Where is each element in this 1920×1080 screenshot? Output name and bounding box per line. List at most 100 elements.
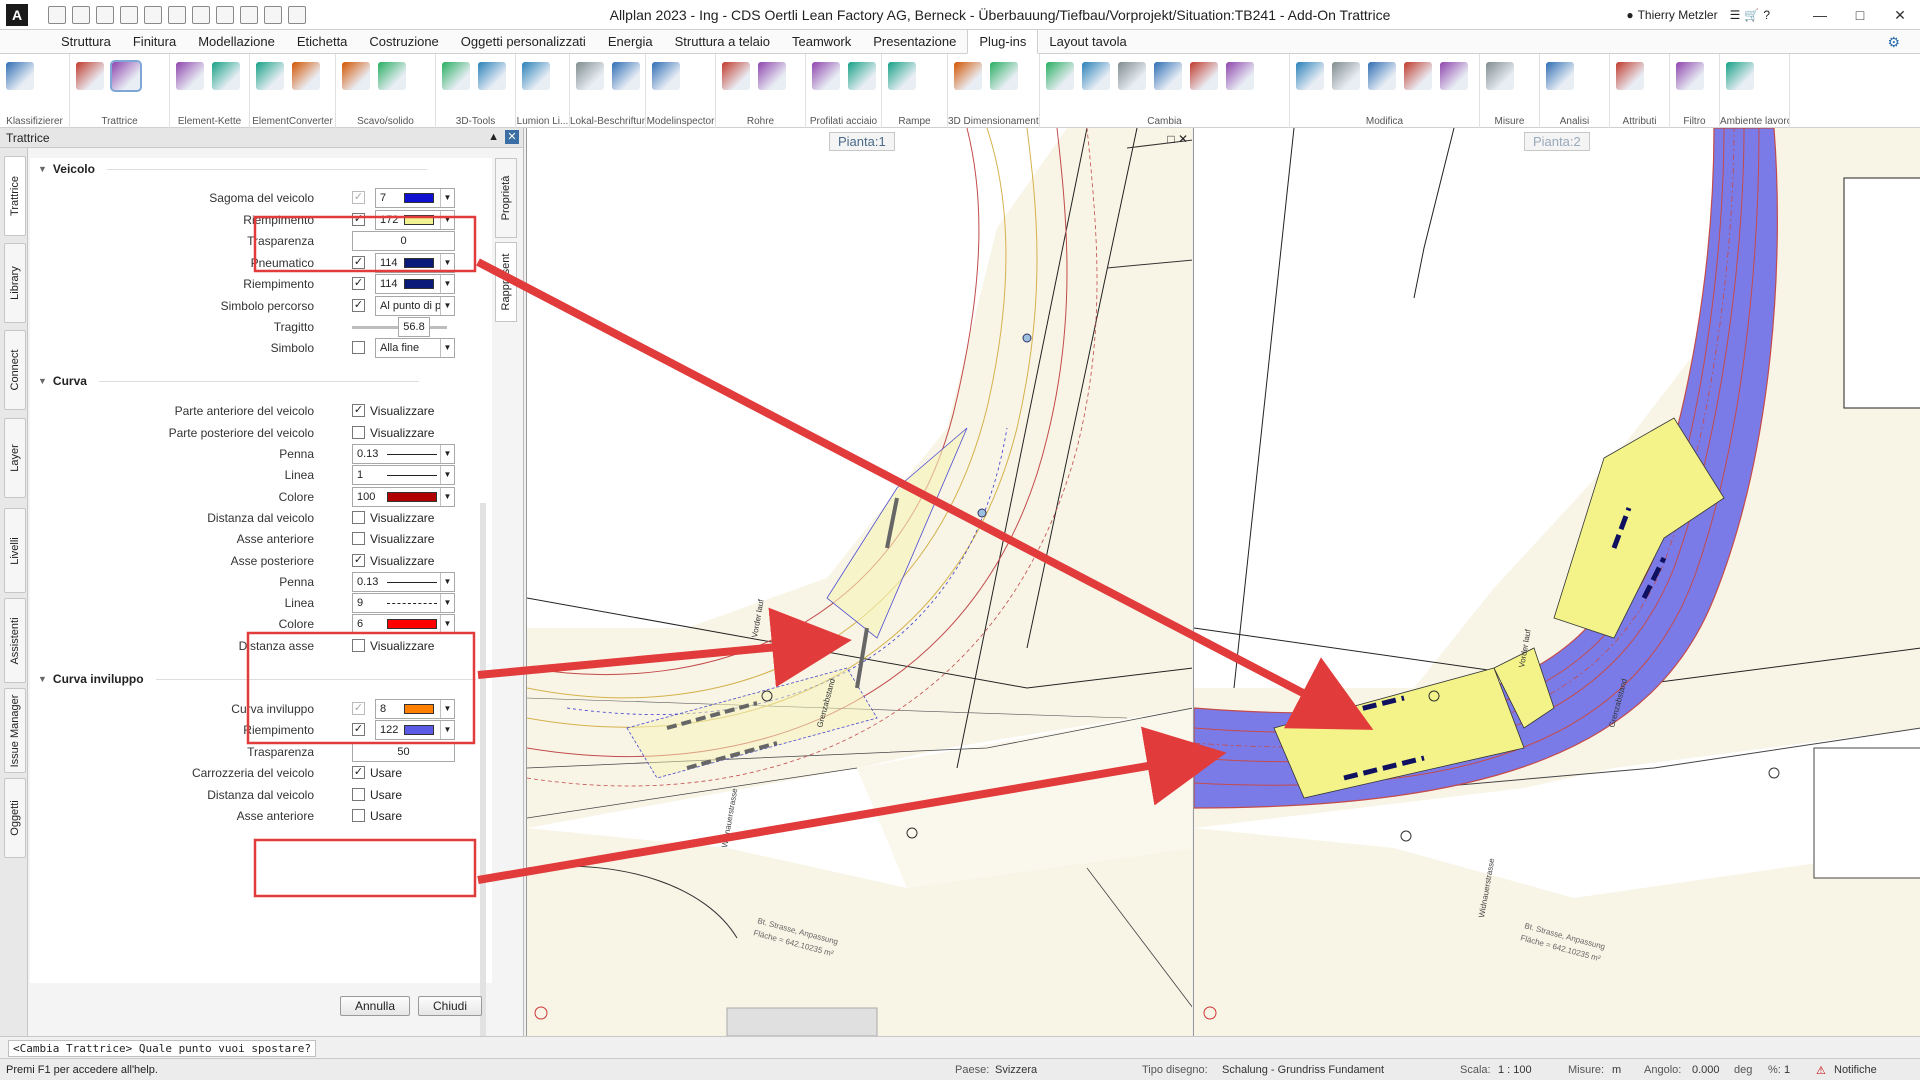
prop-checkbox[interactable]	[352, 639, 365, 652]
side-tab-issue-manager[interactable]: Issue Manager	[4, 688, 26, 773]
color-select[interactable]: 7 ▼	[375, 188, 455, 208]
color-select[interactable]: 100 ▼	[352, 487, 455, 507]
ribbon-tool-icon[interactable]	[378, 62, 406, 90]
ribbon-tool-icon[interactable]	[812, 62, 840, 90]
prop-checkbox[interactable]	[352, 426, 365, 439]
pin-icon[interactable]: ▲	[488, 131, 499, 143]
tab-plug-ins[interactable]: Plug-ins	[967, 29, 1039, 54]
ribbon-tool-icon[interactable]	[848, 62, 876, 90]
line-select[interactable]: 1 ▼	[352, 465, 455, 485]
layer-icon[interactable]	[216, 5, 234, 24]
ribbon-tool-icon[interactable]	[990, 62, 1018, 90]
dropdown-arrow-icon[interactable]: ▼	[440, 573, 454, 591]
prop-checkbox[interactable]: ✓	[352, 404, 365, 417]
tab-oggetti-personalizzati[interactable]: Oggetti personalizzati	[450, 30, 597, 53]
viewport-pianta-1[interactable]: Grenzabstand Vorder lauf Widnauerstrasse…	[526, 128, 1192, 1036]
tab-layout-tavola[interactable]: Layout tavola	[1038, 30, 1137, 53]
panel-close-icon[interactable]: ✕	[505, 130, 519, 144]
section-curva[interactable]: ▼ Curva	[38, 374, 419, 388]
prop-checkbox[interactable]	[352, 532, 365, 545]
prop-checkbox[interactable]: ✓	[352, 299, 365, 312]
ribbon-tool-icon[interactable]	[292, 62, 320, 90]
prop-checkbox[interactable]: ✓	[352, 213, 365, 226]
ribbon-tool-icon[interactable]	[758, 62, 786, 90]
section-inviluppo[interactable]: ▼ Curva inviluppo	[38, 672, 476, 686]
tab-energia[interactable]: Energia	[597, 30, 664, 53]
ribbon-tool-icon[interactable]	[1440, 62, 1468, 90]
collapse-icon[interactable]: ▼	[38, 164, 47, 174]
dropdown-arrow-icon[interactable]: ▼	[440, 615, 454, 633]
ribbon-tool-icon[interactable]	[342, 62, 370, 90]
section-veicolo[interactable]: ▼ Veicolo	[38, 162, 427, 176]
ribbon-tool-icon[interactable]	[1046, 62, 1074, 90]
side-tab-library[interactable]: Library	[4, 243, 26, 323]
prop-checkbox[interactable]	[352, 341, 365, 354]
select-field[interactable]: Al punto di p ▼	[375, 296, 455, 316]
prop-checkbox[interactable]	[352, 809, 365, 822]
side-tab-trattrice[interactable]: Trattrice	[4, 156, 26, 236]
ribbon-tool-icon[interactable]	[1726, 62, 1754, 90]
ribbon-tool-icon[interactable]	[1546, 62, 1574, 90]
side-tab-livelli[interactable]: Livelli	[4, 508, 26, 593]
dropdown-arrow-icon[interactable]: ▼	[440, 466, 454, 484]
dropdown-arrow-icon[interactable]: ▼	[440, 254, 454, 272]
collapse-icon[interactable]: ▼	[38, 376, 47, 386]
undo-icon[interactable]	[168, 5, 186, 24]
ribbon-tool-icon[interactable]	[576, 62, 604, 90]
ribbon-tool-icon[interactable]	[1154, 62, 1182, 90]
prop-checkbox[interactable]: ✓	[352, 277, 365, 290]
ribbon-tool-icon[interactable]	[652, 62, 680, 90]
prop-checkbox[interactable]: ✓	[352, 723, 365, 736]
ribbon-tool-icon[interactable]	[110, 60, 142, 92]
prop-checkbox[interactable]: ✓	[352, 256, 365, 269]
status-angolo[interactable]: 0.000	[1692, 1064, 1720, 1076]
redo-icon[interactable]	[192, 5, 210, 24]
side-tab-layer[interactable]: Layer	[4, 418, 26, 498]
ribbon-tool-icon[interactable]	[954, 62, 982, 90]
ribbon-tool-icon[interactable]	[522, 62, 550, 90]
dropdown-arrow-icon[interactable]: ▼	[440, 189, 454, 207]
window-icon[interactable]	[264, 5, 282, 24]
ribbon-tool-icon[interactable]	[176, 62, 204, 90]
status-misure[interactable]: m	[1612, 1064, 1621, 1076]
ribbon-tool-icon[interactable]	[1226, 62, 1254, 90]
color-select[interactable]: 122 ▼	[375, 720, 455, 740]
tab-struttura-a-telaio[interactable]: Struttura a telaio	[664, 30, 781, 53]
dropdown-arrow-icon[interactable]: ▼	[440, 594, 454, 612]
ribbon-tool-icon[interactable]	[1368, 62, 1396, 90]
prop-checkbox[interactable]	[352, 788, 365, 801]
help-icon[interactable]: ?	[1763, 8, 1770, 22]
ribbon-tool-icon[interactable]	[76, 62, 104, 90]
side-tab-oggetti[interactable]: Oggetti	[4, 778, 26, 858]
dropdown-arrow-icon[interactable]: ▼	[440, 339, 454, 357]
dropdown-arrow-icon[interactable]: ▼	[440, 445, 454, 463]
collapse-icon[interactable]: ▼	[38, 674, 47, 684]
edit-icon[interactable]	[120, 5, 138, 24]
ribbon-tool-icon[interactable]	[1190, 62, 1218, 90]
color-select[interactable]: 172 ▼	[375, 210, 455, 230]
save-icon[interactable]	[96, 5, 114, 24]
ribbon-tool-icon[interactable]	[478, 62, 506, 90]
ribbon-tool-icon[interactable]	[1082, 62, 1110, 90]
viewport-controls[interactable]: □ ✕	[1167, 132, 1188, 146]
ribbon-tool-icon[interactable]	[1616, 62, 1644, 90]
ribbon-tool-icon[interactable]	[1676, 62, 1704, 90]
tab-finitura[interactable]: Finitura	[122, 30, 187, 53]
status-paese[interactable]: Svizzera	[995, 1064, 1037, 1076]
text-field[interactable]: 50	[352, 742, 455, 762]
line-select[interactable]: 9 ▼	[352, 593, 455, 613]
ribbon-tool-icon[interactable]	[1486, 62, 1514, 90]
ribbon-tool-icon[interactable]	[212, 62, 240, 90]
color-select[interactable]: 6 ▼	[352, 614, 455, 634]
notification-icon[interactable]: ⚠	[1816, 1064, 1826, 1077]
status-tipo[interactable]: Schalung - Grundriss Fundament	[1222, 1064, 1384, 1076]
dropdown-arrow-icon[interactable]: ▼	[440, 721, 454, 739]
open-file-icon[interactable]	[72, 5, 90, 24]
line-select[interactable]: 0.13 ▼	[352, 444, 455, 464]
color-select[interactable]: 114 ▼	[375, 274, 455, 294]
ribbon-tool-icon[interactable]	[442, 62, 470, 90]
text-field[interactable]: 0	[352, 231, 455, 251]
dropdown-arrow-icon[interactable]: ▼	[440, 297, 454, 315]
side-tab-assistenti[interactable]: Assistenti	[4, 598, 26, 683]
status-pct[interactable]: 1	[1784, 1064, 1790, 1076]
